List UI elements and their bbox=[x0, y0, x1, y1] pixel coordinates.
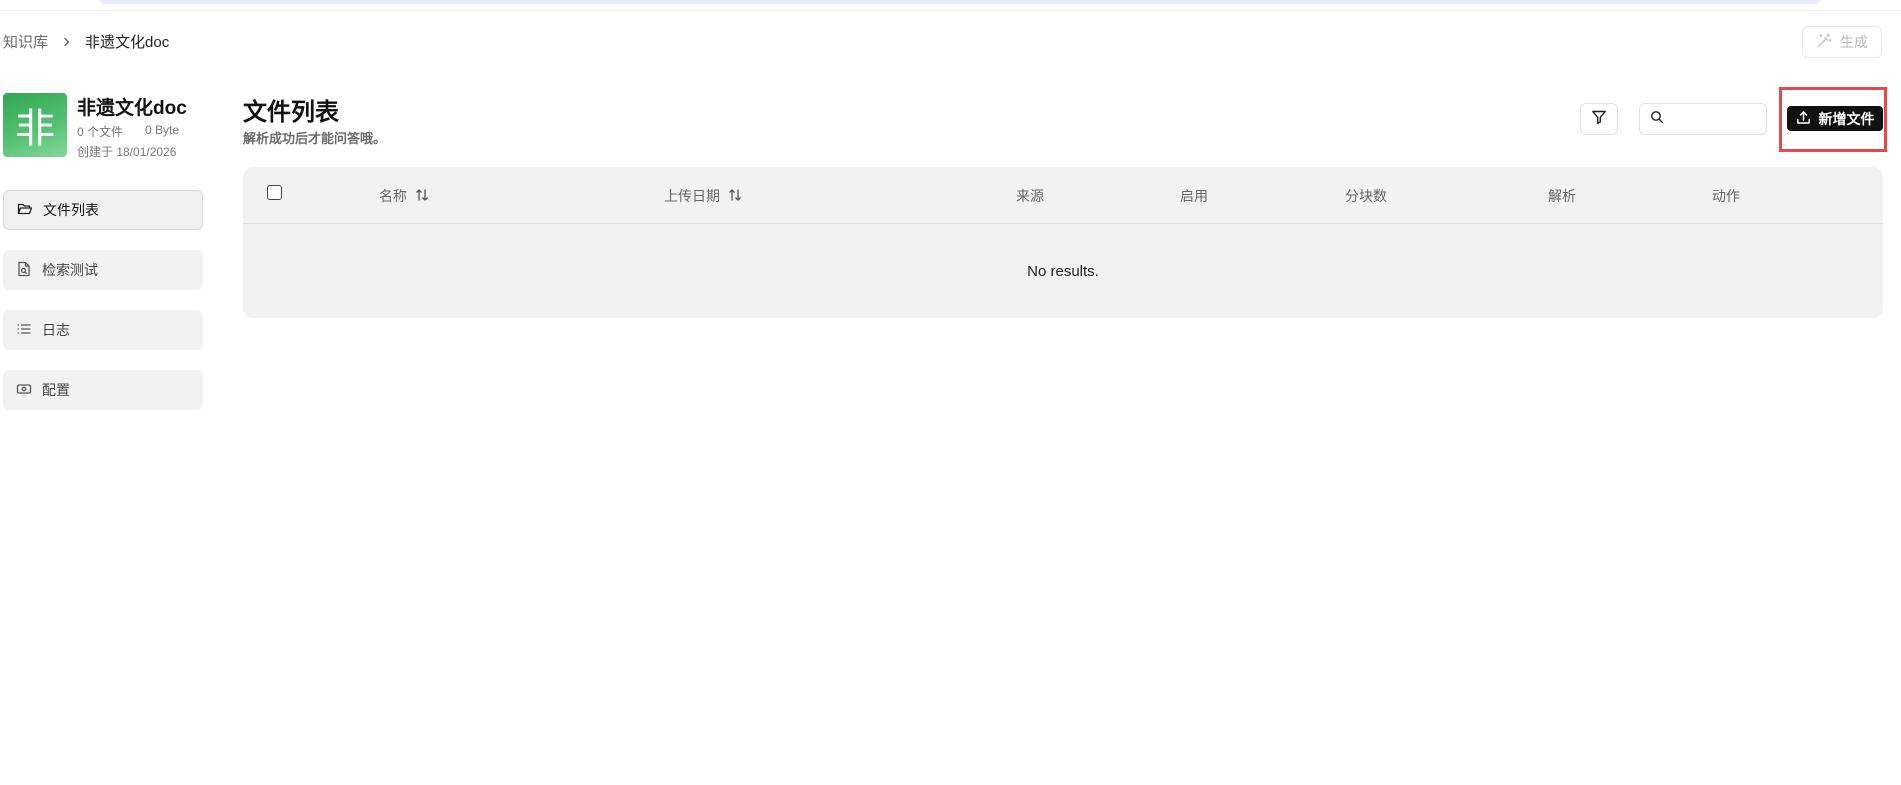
page-title: 文件列表 bbox=[243, 99, 339, 126]
sidebar-item-retrieval-test[interactable]: 检索测试 bbox=[3, 250, 203, 290]
breadcrumb: 知识库 非遗文化doc bbox=[3, 31, 169, 52]
upload-icon bbox=[1796, 110, 1811, 128]
column-header-chunk-count: 分块数 bbox=[1345, 186, 1387, 206]
file-search-icon bbox=[16, 261, 32, 280]
page-subtitle: 解析成功后才能问答哦。 bbox=[243, 131, 387, 146]
sort-icon bbox=[728, 188, 742, 205]
folder-open-icon bbox=[17, 201, 33, 220]
dataset-avatar: 非 bbox=[3, 93, 67, 157]
column-header-actions: 动作 bbox=[1712, 186, 1740, 206]
sort-icon bbox=[415, 188, 429, 205]
dataset-meta: 0 个文件 0 Byte bbox=[77, 123, 179, 140]
column-header-enabled: 启用 bbox=[1180, 186, 1208, 206]
sidebar-item-label: 配置 bbox=[42, 382, 70, 398]
column-header-source: 来源 bbox=[1016, 186, 1044, 206]
dataset-avatar-char: 非 bbox=[15, 106, 55, 152]
column-header-label: 解析 bbox=[1548, 188, 1576, 204]
filter-button[interactable] bbox=[1580, 103, 1618, 135]
column-header-label: 上传日期 bbox=[664, 188, 720, 204]
sidebar-item-label: 检索测试 bbox=[42, 262, 98, 278]
magic-wand-icon bbox=[1816, 33, 1832, 52]
sidebar-item-file-list[interactable]: 文件列表 bbox=[3, 190, 203, 230]
search-icon bbox=[1650, 110, 1664, 129]
search-box[interactable] bbox=[1639, 103, 1767, 135]
filter-icon bbox=[1591, 109, 1607, 130]
top-progress-bar bbox=[100, 0, 1820, 4]
table-empty-message: No results. bbox=[1027, 263, 1099, 280]
header-divider bbox=[0, 10, 1901, 11]
generate-button[interactable]: 生成 bbox=[1802, 26, 1882, 58]
column-header-label: 分块数 bbox=[1345, 188, 1387, 204]
sidebar-item-config[interactable]: 配置 bbox=[3, 370, 203, 410]
list-icon bbox=[16, 321, 32, 340]
breadcrumb-current: 非遗文化doc bbox=[85, 34, 170, 51]
settings-card-icon bbox=[16, 381, 32, 400]
column-header-label: 来源 bbox=[1016, 188, 1044, 204]
file-table: 名称 上传日期 来源 启用 分块数 解析 动作 No results. bbox=[243, 167, 1883, 318]
select-all-checkbox[interactable] bbox=[267, 185, 282, 200]
column-header-upload-date[interactable]: 上传日期 bbox=[664, 186, 742, 206]
sidebar-item-label: 日志 bbox=[42, 322, 70, 338]
sidebar-item-label: 文件列表 bbox=[43, 202, 99, 218]
dataset-file-count: 0 个文件 bbox=[77, 125, 124, 139]
add-file-button-label: 新增文件 bbox=[1818, 110, 1875, 127]
breadcrumb-root-link[interactable]: 知识库 bbox=[3, 31, 48, 52]
chevron-right-icon bbox=[62, 37, 72, 47]
column-header-name[interactable]: 名称 bbox=[379, 186, 429, 206]
dataset-name: 非遗文化doc bbox=[77, 98, 187, 119]
search-input[interactable] bbox=[1670, 110, 1764, 128]
dataset-size: 0 Byte bbox=[145, 123, 180, 137]
add-file-button[interactable]: 新增文件 bbox=[1787, 106, 1883, 131]
column-header-label: 启用 bbox=[1180, 188, 1208, 204]
generate-button-label: 生成 bbox=[1840, 34, 1868, 50]
column-header-label: 动作 bbox=[1712, 188, 1740, 204]
table-header: 名称 上传日期 来源 启用 分块数 解析 动作 bbox=[243, 167, 1883, 224]
dataset-created-date: 创建于 18/01/2026 bbox=[77, 145, 177, 159]
column-header-parse: 解析 bbox=[1548, 186, 1576, 206]
sidebar-item-logs[interactable]: 日志 bbox=[3, 310, 203, 350]
column-header-label: 名称 bbox=[379, 188, 407, 204]
